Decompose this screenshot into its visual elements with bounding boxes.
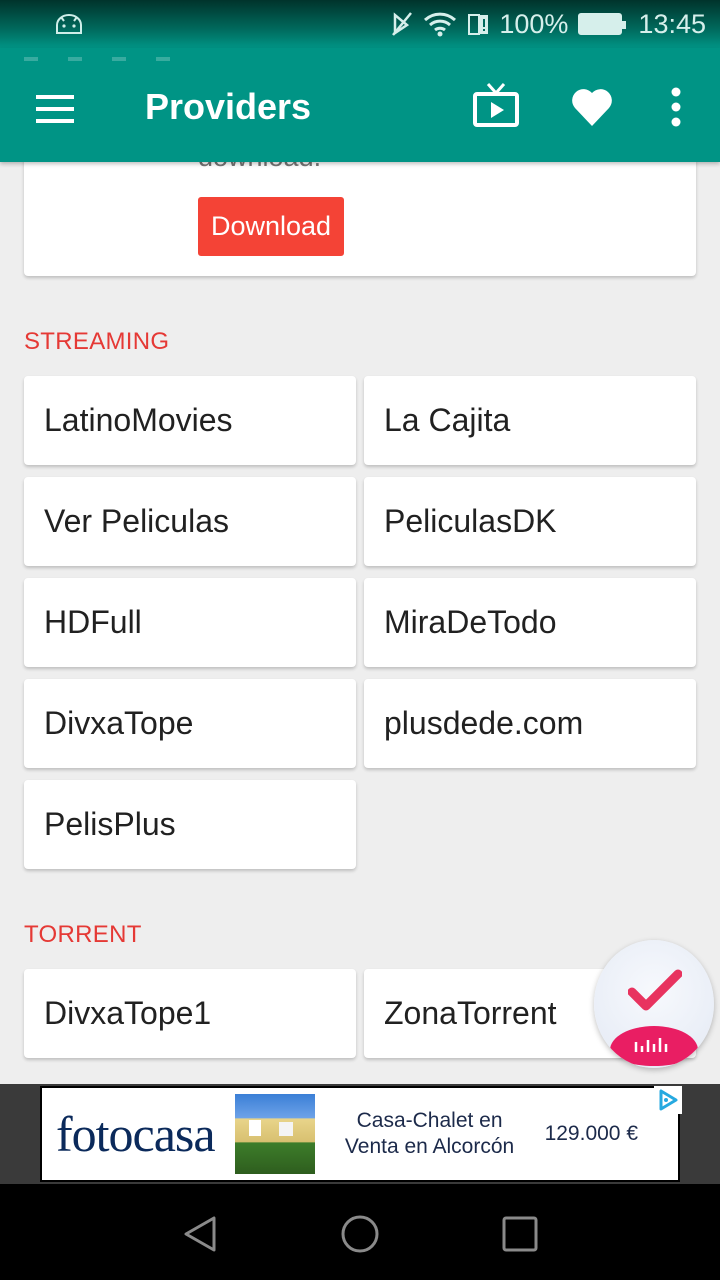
- heart-icon[interactable]: [570, 86, 614, 128]
- tv-play-icon[interactable]: [472, 82, 520, 128]
- sim-alert-icon: [468, 14, 489, 35]
- promo-text: download.: [198, 162, 321, 172]
- wifi-icon: [424, 12, 457, 37]
- download-button[interactable]: Download: [198, 197, 344, 256]
- provider-item[interactable]: PeliculasDK: [364, 477, 696, 566]
- system-nav-bar: [0, 1184, 720, 1280]
- section-header-streaming: STREAMING: [24, 328, 170, 355]
- page-title: Providers: [145, 86, 312, 127]
- status-bar: 100% 13:45: [0, 0, 720, 48]
- ad-headline: Casa-Chalet en Venta en Alcorcón: [335, 1108, 525, 1160]
- providers-list[interactable]: download. Download STREAMING LatinoMovie…: [0, 162, 720, 1084]
- ad-banner-area: fotocasa Casa-Chalet en Venta en Alcorcó…: [0, 1084, 720, 1184]
- ad-price: 129.000 €: [544, 1122, 639, 1145]
- provider-item[interactable]: PelisPlus: [24, 780, 356, 869]
- check-icon: [628, 969, 682, 1011]
- home-icon[interactable]: [340, 1214, 380, 1254]
- back-icon[interactable]: [182, 1214, 218, 1254]
- ad-banner[interactable]: fotocasa Casa-Chalet en Venta en Alcorcó…: [40, 1086, 682, 1182]
- menu-icon[interactable]: [36, 95, 76, 125]
- clock: 13:45: [638, 8, 706, 39]
- provider-item[interactable]: DivxaTope: [24, 679, 356, 768]
- ad-headline-line1: Casa-Chalet en: [356, 1109, 503, 1132]
- battery-percent: 100%: [499, 8, 569, 39]
- section-header-torrent: TORRENT: [24, 921, 142, 948]
- ad-headline-line2: Venta en Alcorcón: [344, 1135, 515, 1158]
- provider-item[interactable]: plusdede.com: [364, 679, 696, 768]
- provider-item[interactable]: LatinoMovies: [24, 376, 356, 465]
- provider-item[interactable]: MiraDeTodo: [364, 578, 696, 667]
- ad-choices-icon[interactable]: [654, 1086, 682, 1114]
- app-bar: Providers: [0, 48, 720, 162]
- battery-icon: [578, 13, 627, 35]
- android-notification-icon: [56, 14, 82, 34]
- provider-item[interactable]: La Cajita: [364, 376, 696, 465]
- more-vert-icon[interactable]: [666, 86, 686, 130]
- provider-item[interactable]: DivxaTope1: [24, 969, 356, 1058]
- provider-item[interactable]: HDFull: [24, 578, 356, 667]
- recents-icon[interactable]: [500, 1214, 540, 1254]
- sound-wave-icon: [634, 1038, 668, 1052]
- mute-icon: [392, 12, 413, 36]
- ad-brand-logo: fotocasa: [56, 1106, 216, 1162]
- status-icons: 100% 13:45: [391, 9, 706, 40]
- floating-voice-check-button[interactable]: [594, 940, 714, 1068]
- promo-card: download. Download: [24, 162, 696, 276]
- provider-item[interactable]: Ver Peliculas: [24, 477, 356, 566]
- faded-notification-row: [24, 48, 324, 61]
- ad-house-image: [234, 1094, 315, 1174]
